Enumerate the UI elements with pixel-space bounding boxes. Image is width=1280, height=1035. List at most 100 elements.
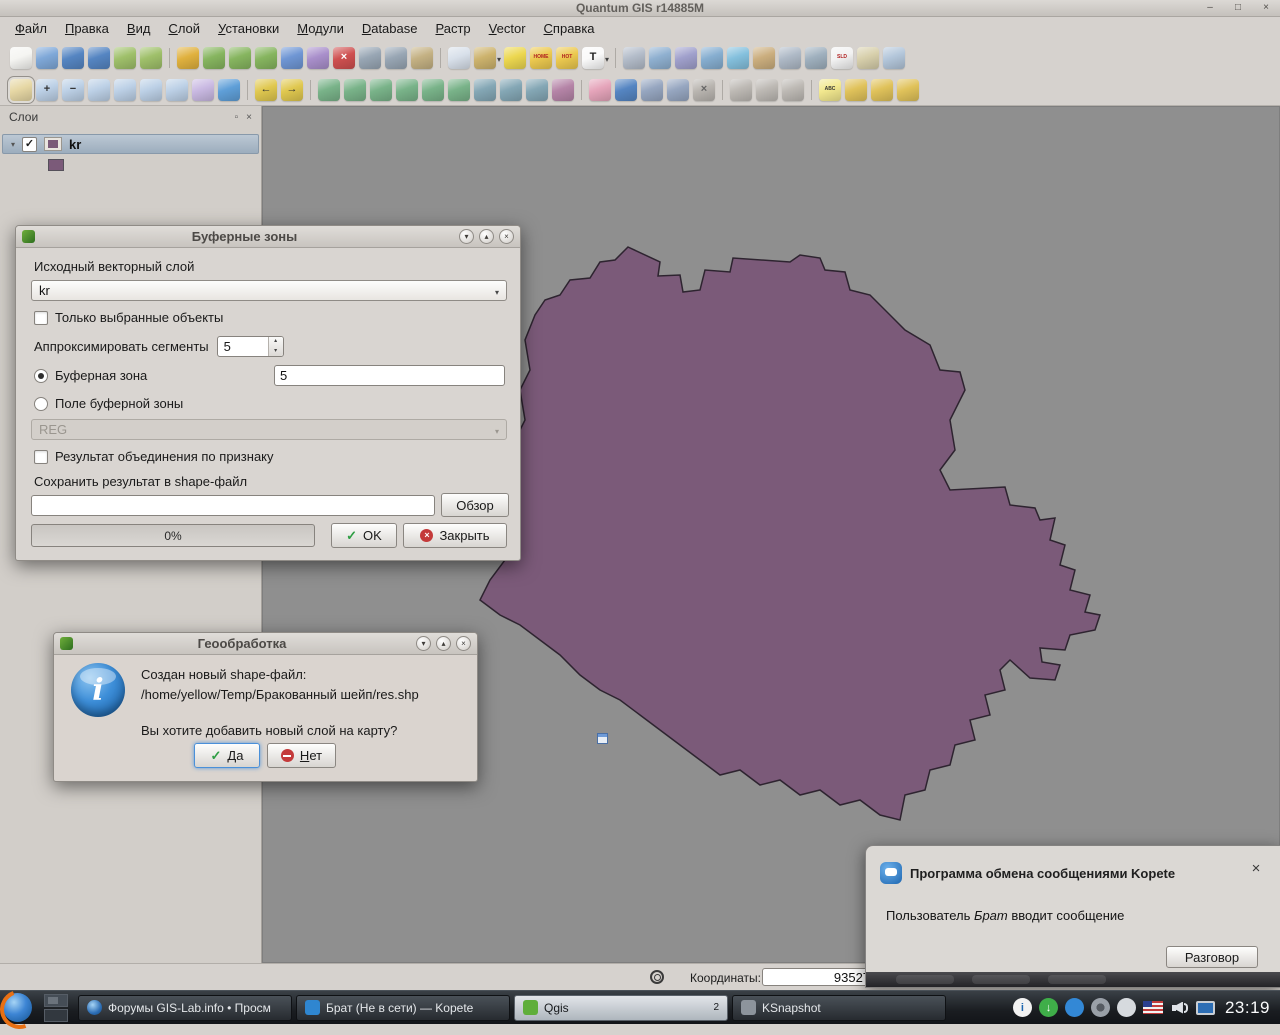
text-annotation-icon[interactable]: T <box>582 47 604 69</box>
keyboard-us-tray-icon[interactable] <box>1143 1001 1163 1014</box>
cut-disabled-icon[interactable] <box>730 79 752 101</box>
show-bookmarks-icon[interactable]: HOT <box>556 47 578 69</box>
browse-button[interactable]: Обзор <box>441 493 509 517</box>
maximize-button[interactable] <box>1230 1 1246 15</box>
undo-icon[interactable]: ← <box>255 79 277 101</box>
copy-features-icon[interactable] <box>385 47 407 69</box>
composer-manager-icon[interactable] <box>140 47 162 69</box>
notifier-tray-icon[interactable]: i <box>1013 998 1032 1017</box>
rotate-point-symbols-icon[interactable] <box>552 79 574 101</box>
layer-symbology-swatch[interactable] <box>48 159 64 171</box>
dropdown-caret-icon[interactable] <box>605 49 609 67</box>
interpolation-icon[interactable] <box>701 47 723 69</box>
talk-button[interactable]: Разговор <box>1166 946 1258 968</box>
panel-float-icon[interactable] <box>235 112 239 123</box>
cut-features-icon[interactable] <box>359 47 381 69</box>
capture-line-icon[interactable] <box>229 47 251 69</box>
kopete-tray-icon[interactable] <box>1065 998 1084 1017</box>
dialog-maximize-button[interactable] <box>436 636 451 651</box>
capture-point-icon[interactable] <box>203 47 225 69</box>
new-print-composer-icon[interactable] <box>114 47 136 69</box>
klipper-tray-icon[interactable] <box>1117 998 1136 1017</box>
coordinate-capture-icon[interactable] <box>649 47 671 69</box>
display-tray-icon[interactable] <box>1196 1001 1215 1015</box>
menu-view[interactable]: Вид <box>118 17 160 41</box>
zoom-to-selection-icon[interactable] <box>114 79 136 101</box>
change-label-icon[interactable] <box>897 79 919 101</box>
zoom-full-icon[interactable] <box>88 79 110 101</box>
menu-help[interactable]: Справка <box>535 17 604 41</box>
pan-map-icon[interactable] <box>10 79 32 101</box>
taskbar-task-ksnapshot[interactable]: KSnapshot <box>732 995 946 1021</box>
reshape-features-icon[interactable] <box>448 79 470 101</box>
road-graph-icon[interactable] <box>753 47 775 69</box>
buffer-dialog-titlebar[interactable]: Буферные зоны <box>16 226 520 248</box>
node-tool-icon[interactable] <box>307 47 329 69</box>
menu-raster[interactable]: Растр <box>426 17 479 41</box>
capture-polygon-icon[interactable] <box>255 47 277 69</box>
save-project-as-icon[interactable] <box>88 47 110 69</box>
dropdown-caret-icon[interactable] <box>497 49 501 67</box>
spin-down-icon[interactable] <box>269 347 283 357</box>
menu-vector[interactable]: Vector <box>480 17 535 41</box>
zoom-last-icon[interactable] <box>140 79 162 101</box>
map-tips-icon[interactable] <box>504 47 526 69</box>
labeling-icon[interactable]: ABC <box>819 79 841 101</box>
save-edits-icon[interactable] <box>615 79 637 101</box>
layer-row[interactable]: kr <box>2 134 259 154</box>
dialog-maximize-button[interactable] <box>479 229 494 244</box>
spin-up-icon[interactable] <box>269 337 283 347</box>
zoom-in-icon[interactable]: + <box>36 79 58 101</box>
output-path-input[interactable] <box>31 495 435 516</box>
refresh-map-icon[interactable] <box>218 79 240 101</box>
yes-button[interactable]: Да <box>194 743 260 768</box>
gps-tools-icon[interactable] <box>623 47 645 69</box>
save-project-icon[interactable] <box>62 47 84 69</box>
panel-close-icon[interactable] <box>246 112 252 123</box>
zoom-next-icon[interactable] <box>166 79 188 101</box>
taskbar-task-qgis[interactable]: Qgis2 <box>514 995 728 1021</box>
raster-terrain-icon[interactable] <box>727 47 749 69</box>
spit-icon[interactable] <box>779 47 801 69</box>
firefox-launcher-icon[interactable] <box>3 993 32 1022</box>
menu-settings[interactable]: Установки <box>209 17 288 41</box>
menu-database[interactable]: Database <box>353 17 427 41</box>
segments-spinbox[interactable]: 5 <box>217 336 284 357</box>
eraser-icon[interactable] <box>589 79 611 101</box>
selected-only-checkbox[interactable] <box>34 311 48 325</box>
minimize-button[interactable] <box>1202 1 1218 15</box>
paste-disabled-icon[interactable] <box>782 79 804 101</box>
dissolve-checkbox[interactable] <box>34 450 48 464</box>
measure-icon[interactable] <box>474 47 496 69</box>
layer-visibility-checkbox[interactable] <box>22 137 37 152</box>
simplify-feature-icon[interactable] <box>318 79 340 101</box>
menu-edit[interactable]: Правка <box>56 17 118 41</box>
merge-features-icon[interactable] <box>500 79 522 101</box>
close-dialog-button[interactable]: Закрыть <box>403 523 507 548</box>
taskbar-task-firefox[interactable]: Форумы GIS-Lab.info • Просм <box>78 995 292 1021</box>
move-label-icon[interactable] <box>845 79 867 101</box>
new-bookmark-icon[interactable]: HOME <box>530 47 552 69</box>
region-polygon[interactable] <box>480 247 1100 820</box>
tree-expander-icon[interactable] <box>11 140 15 149</box>
delete-ring-icon[interactable] <box>396 79 418 101</box>
notification-close-icon[interactable] <box>1248 860 1264 877</box>
redo-icon[interactable]: → <box>281 79 303 101</box>
dialog-minimize-button[interactable] <box>459 229 474 244</box>
delete-part-icon[interactable] <box>422 79 444 101</box>
menu-layer[interactable]: Слой <box>159 17 209 41</box>
paste-features-icon[interactable] <box>411 47 433 69</box>
desktop-pager[interactable] <box>44 994 68 1022</box>
ok-button[interactable]: OK <box>331 523 397 548</box>
attribute-table-icon[interactable] <box>448 47 470 69</box>
mapserver-export-icon[interactable] <box>805 47 827 69</box>
buffer-distance-input[interactable] <box>274 365 505 386</box>
dialog-close-button[interactable] <box>499 229 514 244</box>
toggle-editing-icon[interactable] <box>177 47 199 69</box>
menu-plugins[interactable]: Модули <box>288 17 353 41</box>
add-part-icon[interactable] <box>370 79 392 101</box>
buffer-distance-radio[interactable] <box>34 369 48 383</box>
quick-print-icon[interactable] <box>857 47 879 69</box>
move-feature-icon[interactable] <box>281 47 303 69</box>
dialog-close-button[interactable] <box>456 636 471 651</box>
